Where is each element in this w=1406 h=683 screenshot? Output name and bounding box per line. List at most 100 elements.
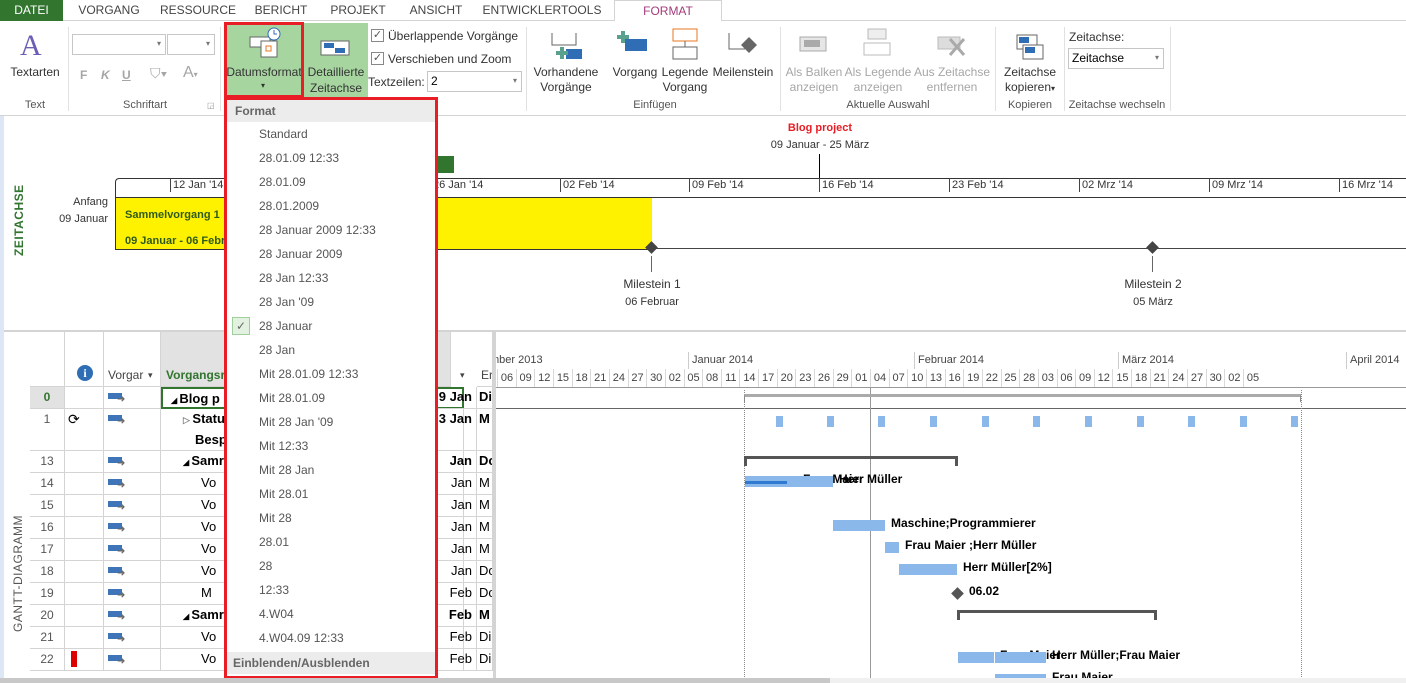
row-start[interactable]: Jan bbox=[434, 495, 477, 517]
project-summary-bar[interactable] bbox=[744, 394, 1301, 402]
row-info[interactable] bbox=[65, 539, 104, 561]
row-task-mode[interactable]: ➜ bbox=[104, 517, 161, 539]
row-info[interactable] bbox=[65, 451, 104, 473]
row-task-mode[interactable]: ➜ bbox=[104, 605, 161, 627]
date-format-option[interactable]: Mit 28.01 bbox=[227, 482, 435, 506]
row-start[interactable]: Feb bbox=[434, 583, 477, 605]
font-color-button[interactable]: A▾ bbox=[183, 64, 198, 82]
recurring-occurrence-bar[interactable] bbox=[827, 416, 834, 427]
date-format-option[interactable]: 4.W04.09 12:33 bbox=[227, 626, 435, 650]
date-format-option[interactable]: Mit 28.01.09 12:33 bbox=[227, 362, 435, 386]
row-info[interactable] bbox=[65, 387, 104, 409]
row-end[interactable]: M bbox=[477, 409, 493, 451]
recurring-occurrence-bar[interactable] bbox=[1188, 416, 1195, 427]
tab-format[interactable]: FORMAT bbox=[614, 0, 722, 22]
row-start[interactable]: Jan bbox=[434, 539, 477, 561]
aus-zeitachse-label-2[interactable]: entfernen bbox=[912, 80, 992, 95]
zeitachse-select[interactable]: Zeitachse ▾ bbox=[1068, 48, 1164, 69]
row-start[interactable]: Jan bbox=[434, 473, 477, 495]
row-id[interactable]: 17 bbox=[30, 539, 65, 561]
row-info[interactable] bbox=[65, 473, 104, 495]
row-id[interactable]: 19 bbox=[30, 583, 65, 605]
recurring-occurrence-bar[interactable] bbox=[930, 416, 937, 427]
date-format-option[interactable]: 28 Januar 2009 12:33 bbox=[227, 218, 435, 242]
legende-label-2[interactable]: Vorgang bbox=[660, 80, 710, 95]
italic-button[interactable]: K bbox=[101, 68, 110, 82]
row-id[interactable]: 18 bbox=[30, 561, 65, 583]
date-format-option[interactable]: ✓ 28 Januar bbox=[227, 314, 435, 338]
expand-triangle-icon[interactable]: ▷ bbox=[183, 415, 192, 425]
date-format-menu[interactable]: Format Standard 28.01.09 12:33 28.01.09 28.… bbox=[224, 97, 438, 679]
row-start[interactable]: Feb bbox=[434, 605, 477, 627]
row-info[interactable] bbox=[65, 495, 104, 517]
row-info[interactable] bbox=[65, 605, 104, 627]
date-format-option[interactable]: Mit 28 Jan bbox=[227, 458, 435, 482]
filter-arrow-icon[interactable]: ▾ bbox=[460, 370, 465, 381]
row-start[interactable]: Jan bbox=[434, 561, 477, 583]
task-bar[interactable] bbox=[995, 652, 1046, 663]
row-id[interactable]: 1 bbox=[30, 409, 65, 451]
row-info[interactable] bbox=[65, 561, 104, 583]
filter-arrow-icon[interactable]: ▾ bbox=[148, 368, 153, 382]
row-info[interactable] bbox=[65, 583, 104, 605]
summary-bar-13[interactable] bbox=[744, 456, 958, 466]
row-end[interactable]: Do bbox=[477, 451, 493, 473]
date-format-option[interactable]: 12:33 bbox=[227, 578, 435, 602]
task-bar[interactable] bbox=[797, 476, 833, 487]
row-task-mode[interactable]: ➜ bbox=[104, 561, 161, 583]
date-format-option[interactable]: 4.W04 bbox=[227, 602, 435, 626]
row-end[interactable]: Do bbox=[477, 583, 493, 605]
row-info[interactable] bbox=[65, 517, 104, 539]
row-start[interactable]: 3 Jan bbox=[434, 409, 477, 451]
scrollbar-thumb[interactable] bbox=[0, 678, 830, 683]
row-end[interactable]: M bbox=[477, 473, 493, 495]
recurring-occurrence-bar[interactable] bbox=[1240, 416, 1247, 427]
date-format-option[interactable]: 28.01 bbox=[227, 530, 435, 554]
recurring-occurrence-bar[interactable] bbox=[776, 416, 783, 427]
row-id[interactable]: 22 bbox=[30, 649, 65, 671]
aus-zeitachse-label-1[interactable]: Aus Zeitachse bbox=[912, 65, 992, 80]
date-format-option[interactable]: Standard bbox=[227, 122, 435, 146]
milestone-diamond-icon[interactable] bbox=[951, 587, 964, 600]
gantt-view[interactable]: GANTT-DIAGRAMM i Vorgar ▾ Vorgangsr ▾ ▾ Er… bbox=[0, 332, 1406, 683]
tab-projekt[interactable]: PROJEKT bbox=[322, 0, 394, 21]
column-header-mode[interactable]: Vorgar ▾ bbox=[104, 332, 161, 387]
row-end[interactable]: M bbox=[477, 495, 493, 517]
row-id[interactable]: 14 bbox=[30, 473, 65, 495]
horizontal-scrollbar[interactable] bbox=[0, 678, 1406, 683]
tab-entwicklertools[interactable]: ENTWICKLERTOOLS bbox=[478, 0, 606, 21]
recurring-occurrence-bar[interactable] bbox=[1033, 416, 1040, 427]
recurring-occurrence-bar[interactable] bbox=[878, 416, 885, 427]
row-end[interactable]: Di bbox=[477, 387, 493, 409]
row-end[interactable]: M bbox=[477, 605, 493, 627]
milestone-diamond-icon[interactable] bbox=[1146, 241, 1159, 254]
tab-bericht[interactable]: BERICHT bbox=[246, 0, 316, 21]
row-end[interactable]: M bbox=[477, 539, 493, 561]
task-bar[interactable] bbox=[885, 542, 899, 553]
date-format-option[interactable]: 28 Jan 12:33 bbox=[227, 266, 435, 290]
zeitachse-kopieren-button[interactable]: kopieren▾ bbox=[998, 80, 1062, 96]
row-id[interactable]: 16 bbox=[30, 517, 65, 539]
column-header-end[interactable]: Er bbox=[477, 332, 493, 387]
date-format-option[interactable]: Mit 12:33 bbox=[227, 434, 435, 458]
row-task-mode[interactable]: ➜ bbox=[104, 451, 161, 473]
vorhandene-label-2[interactable]: Vorgänge bbox=[530, 80, 602, 95]
row-task-mode[interactable]: ➜ bbox=[104, 627, 161, 649]
recurring-occurrence-bar[interactable] bbox=[982, 416, 989, 427]
als-balken-label-2[interactable]: anzeigen bbox=[784, 80, 844, 95]
date-format-option[interactable]: Mit 28 Jan '09 bbox=[227, 410, 435, 434]
row-start[interactable]: Jan bbox=[434, 451, 477, 473]
zeitachse-kopieren-label-1[interactable]: Zeitachse bbox=[998, 65, 1062, 80]
row-end[interactable]: Di bbox=[477, 649, 493, 671]
tab-ansicht[interactable]: ANSICHT bbox=[398, 0, 474, 21]
task-bar[interactable] bbox=[833, 520, 885, 531]
row-id[interactable]: 21 bbox=[30, 627, 65, 649]
row-task-mode[interactable]: ➜ bbox=[104, 409, 161, 451]
row-start[interactable]: Jan bbox=[434, 517, 477, 539]
pan-zoom-checkbox[interactable]: ✓ bbox=[371, 52, 384, 65]
date-format-option[interactable]: 28.01.09 12:33 bbox=[227, 146, 435, 170]
row-task-mode[interactable]: ➜ bbox=[104, 539, 161, 561]
select-all-cell[interactable] bbox=[30, 332, 65, 387]
tab-ressource[interactable]: RESSOURCE bbox=[155, 0, 241, 21]
overlap-checkbox[interactable]: ✓ bbox=[371, 29, 384, 42]
